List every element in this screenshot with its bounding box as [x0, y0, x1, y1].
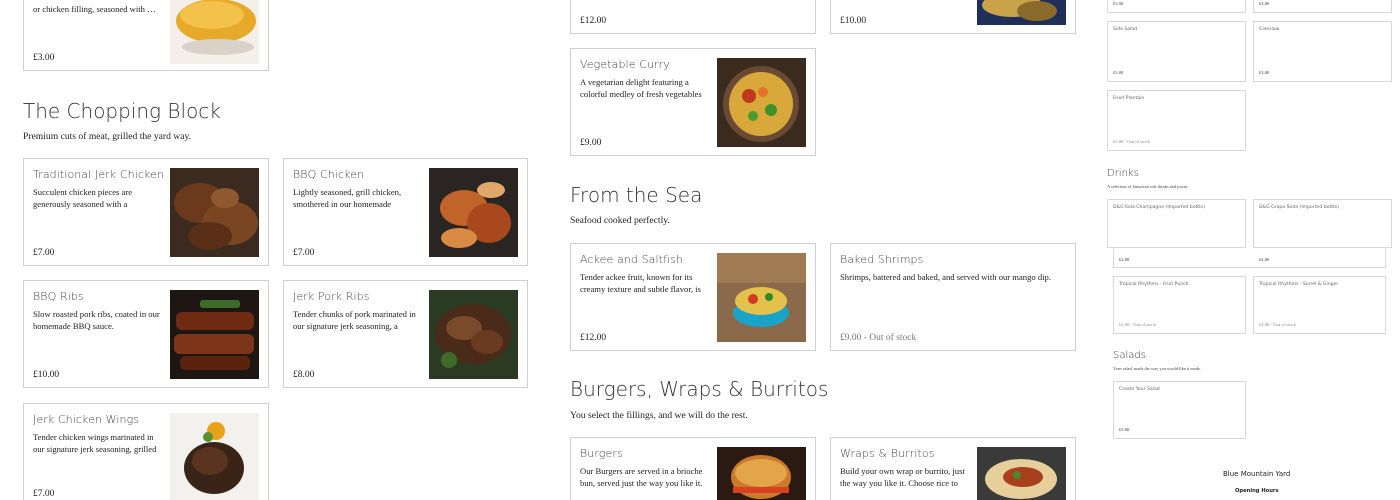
- item-price: £10.00: [840, 16, 867, 26]
- item-price: £3.00: [33, 53, 55, 63]
- item-title: Vegetable Curry: [580, 58, 670, 71]
- mini-card[interactable]: Fried Plantain £3.00 - Out of stock: [1107, 90, 1246, 151]
- item-title: BBQ Chicken: [293, 168, 365, 181]
- item-price: £12.00: [580, 16, 607, 26]
- item-title: Tropical Rhythms - Fruit Punch: [1119, 282, 1189, 287]
- sidebar-section-title: Drinks: [1107, 168, 1139, 179]
- item-description: A vegetarian delight featuring a colorfu…: [580, 77, 702, 99]
- item-title: Ackee and Saltfish: [580, 253, 684, 266]
- item-price: £3.50: [1113, 1, 1124, 6]
- item-description: Our Burgers are served in a brioche bun,…: [580, 466, 703, 488]
- mini-card[interactable]: £3.50: [1107, 0, 1246, 13]
- section-subtitle: Premium cuts of meat, grilled the yard w…: [23, 131, 192, 142]
- menu-item-card[interactable]: Jerk Chicken Wings Tender chicken wings …: [23, 403, 269, 500]
- item-description: Slow roasted pork ribs, coated in our ho…: [33, 309, 160, 331]
- item-title: Coleslaw: [1259, 27, 1280, 32]
- menu-item-card[interactable]: BBQ Chicken Lightly seasoned, grill chic…: [283, 158, 528, 266]
- section-title-chopping-block: The Chopping Block: [23, 99, 221, 123]
- mini-card[interactable]: Tropical Rhythms - Fruit Punch £4.00 - O…: [1113, 276, 1246, 334]
- patty-photo: [170, 0, 259, 64]
- item-price: £2.00: [1119, 257, 1130, 262]
- item-title: Tropical Rhythms - Sorrel & Ginger: [1259, 282, 1339, 287]
- menu-item-card[interactable]: Jerk Pork Ribs Tender chunks of pork mar…: [283, 280, 528, 388]
- item-price: £7.00: [33, 248, 55, 258]
- mini-card-lower[interactable]: £2.00 £2.00: [1113, 248, 1386, 268]
- item-price: £4.00 - Out of stock: [1119, 322, 1156, 327]
- item-title: Jerk Pork Ribs: [293, 290, 370, 303]
- menu-item-card[interactable]: or chicken filling, seasoned with … £3.0…: [23, 0, 269, 71]
- item-title: Side Salad: [1113, 27, 1138, 32]
- item-price: £3.00: [1259, 70, 1270, 75]
- bbq-ribs-photo: [170, 290, 259, 379]
- item-title: Create Your Salad: [1119, 387, 1160, 392]
- item-price: £3.00: [1113, 70, 1124, 75]
- item-description: Lightly seasoned, grill chicken, smother…: [293, 187, 402, 209]
- item-description: Tender chunks of pork marinated in our s…: [293, 309, 416, 331]
- mini-card[interactable]: Tropical Rhythms - Sorrel & Ginger £4.00…: [1253, 276, 1386, 334]
- item-description: Tender ackee fruit, known for its creamy…: [580, 272, 701, 294]
- mini-card[interactable]: Side Salad £3.00: [1107, 21, 1246, 82]
- section-title-from-the-sea: From the Sea: [570, 183, 703, 207]
- item-title: Fried Plantain: [1113, 96, 1145, 101]
- item-price: £9.00: [580, 138, 602, 148]
- mini-card[interactable]: D&G Grape Soda (Imported bottle): [1253, 199, 1392, 248]
- item-price: £5.00: [1119, 427, 1130, 432]
- menu-item-card[interactable]: BBQ Ribs Slow roasted pork ribs, coated …: [23, 280, 269, 388]
- section-subtitle: You select the fillings, and we will do …: [570, 410, 748, 421]
- menu-item-card[interactable]: Wraps & Burritos Build your own wrap or …: [830, 437, 1076, 500]
- sidebar-section-subtitle: A selection of Jamaican soft drinks and …: [1107, 184, 1189, 189]
- item-title: Traditional Jerk Chicken: [33, 168, 165, 181]
- item-price: £7.00: [33, 489, 55, 499]
- item-title: Wraps & Burritos: [840, 447, 935, 460]
- item-description: Tender chicken wings marinated in our si…: [33, 432, 157, 454]
- ackee-saltfish-photo: [717, 253, 806, 342]
- item-title: BBQ Ribs: [33, 290, 84, 303]
- mini-card[interactable]: D&G Kola Champagne (Imported bottle): [1107, 199, 1246, 248]
- footer-opening-hours[interactable]: Opening Hours: [1235, 488, 1279, 494]
- menu-item-card[interactable]: Burgers Our Burgers are served in a brio…: [570, 437, 816, 500]
- item-description: Build your own wrap or burrito, just the…: [840, 466, 965, 488]
- mini-card[interactable]: Coleslaw £3.00: [1253, 21, 1392, 82]
- menu-item-card[interactable]: Ackee and Saltfish Tender ackee fruit, k…: [570, 243, 816, 351]
- item-price: £3.00 - Out of stock: [1113, 139, 1150, 144]
- item-description: or chicken filling, seasoned with …: [33, 4, 156, 14]
- menu-item-card[interactable]: £12.00: [570, 0, 816, 34]
- item-title: D&G Kola Champagne (Imported bottle): [1113, 205, 1206, 210]
- item-price: £9.00 - Out of stock: [840, 333, 917, 343]
- menu-item-card[interactable]: Vegetable Curry A vegetarian delight fea…: [570, 48, 816, 156]
- item-title: D&G Grape Soda (Imported bottle): [1259, 205, 1339, 210]
- mini-card[interactable]: Create Your Salad £5.00: [1113, 381, 1246, 439]
- dish-photo: [977, 0, 1066, 25]
- item-title: Baked Shrimps: [840, 253, 924, 266]
- item-price: £4.00 - Out of stock: [1259, 322, 1296, 327]
- burrito-photo: [977, 447, 1066, 500]
- item-price: £10.00: [33, 370, 60, 380]
- menu-item-card[interactable]: £10.00: [830, 0, 1076, 34]
- item-title: Jerk Chicken Wings: [33, 413, 140, 426]
- burger-photo: [717, 447, 806, 500]
- chicken-wings-photo: [170, 413, 259, 500]
- footer-restaurant-name: Blue Mountain Yard: [1223, 470, 1291, 478]
- item-price: £7.00: [293, 248, 315, 258]
- item-price: £8.00: [293, 370, 315, 380]
- item-title: Burgers: [580, 447, 623, 460]
- item-price: £2.00: [1259, 257, 1270, 262]
- section-subtitle: Seafood cooked perfectly.: [570, 215, 670, 226]
- bbq-chicken-photo: [429, 168, 518, 257]
- mini-card[interactable]: £3.00: [1253, 0, 1392, 13]
- vegetable-curry-photo: [717, 58, 806, 147]
- item-price: £12.00: [580, 333, 607, 343]
- item-description: Shrimps, battered and baked, and served …: [840, 272, 1051, 282]
- jerk-pork-photo: [429, 290, 518, 379]
- jerk-chicken-photo: [170, 168, 259, 257]
- menu-item-card[interactable]: Traditional Jerk Chicken Succulent chick…: [23, 158, 269, 266]
- menu-item-card[interactable]: Baked Shrimps Shrimps, battered and bake…: [830, 243, 1076, 351]
- sidebar-section-subtitle: Your salad, made the way you would like …: [1113, 366, 1201, 371]
- item-price: £3.00: [1259, 1, 1270, 6]
- section-title-burgers: Burgers, Wraps & Burritos: [570, 377, 829, 401]
- sidebar-section-title: Salads: [1113, 350, 1146, 361]
- item-description: Succulent chicken pieces are generously …: [33, 187, 133, 209]
